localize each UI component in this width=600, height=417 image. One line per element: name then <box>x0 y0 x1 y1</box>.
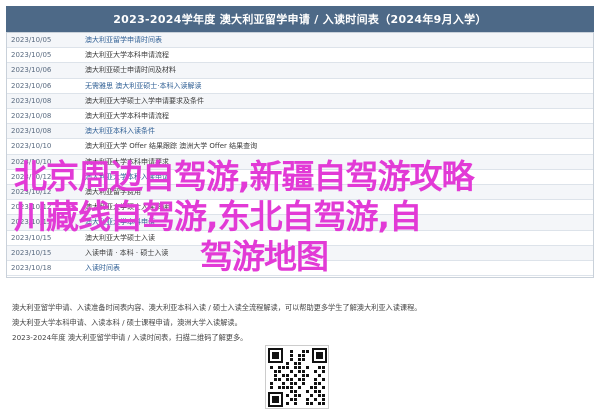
row-title[interactable]: 澳大利亚大学本科申请 <box>85 217 593 227</box>
row-date: 2023/10/06 <box>11 66 52 75</box>
body-paragraph-2: 澳大利亚大学本科申请、入读本科 / 硕士课程申请，澳洲大学入读解读。 <box>12 318 242 327</box>
row-date: 2023/10/08 <box>11 112 52 121</box>
table-row[interactable]: 2023/10/12 澳大利亚大学硕士入读解读 <box>7 200 593 216</box>
row-title[interactable]: 入读时间表 <box>85 263 593 273</box>
table-row[interactable]: 2023/10/08 澳大利亚大学本科申请流程 <box>7 109 593 125</box>
row-title[interactable]: 澳大利亚留学费用 <box>85 187 593 197</box>
schedule-table: 2023/10/05 澳大利亚留学申请时间表 2023/10/05 澳大利亚大学本科申… <box>6 32 594 278</box>
row-title[interactable]: 澳大利亚大学硕士入读解读 <box>85 202 593 212</box>
table-row[interactable]: 2023/10/15 入读申请 · 本科 · 硕士入读 <box>7 245 593 261</box>
table-row[interactable]: 2023/10/15 澳大利亚大学本科申请 <box>7 215 593 231</box>
row-title[interactable]: 澳大利亚大学本科入读申请 <box>85 172 593 182</box>
body-paragraph-1: 澳大利亚留学申请、入读准备时间表内容、澳大利亚本科入读 / 硕士入读全流程解读，… <box>12 303 422 312</box>
table-row[interactable]: 2023/10/08 澳大利亚本科入读条件 <box>7 124 593 140</box>
row-title[interactable]: 无需雅思 澳大利亚硕士·本科入读解读 <box>85 81 593 91</box>
row-date: 2023/10/15 <box>11 248 52 257</box>
row-date: 2023/10/08 <box>11 96 52 105</box>
table-row[interactable]: 2023/10/05 澳大利亚留学申请时间表 <box>7 33 593 49</box>
row-date: 2023/10/05 <box>11 36 52 45</box>
table-row[interactable]: 2023/10/18 入读时间表 <box>7 261 593 277</box>
page-header: 2023-2024学年度 澳大利亚留学申请 / 入读时间表（2024年9月入学） <box>6 6 594 32</box>
row-title[interactable]: 澳大利亚大学硕士入读 <box>85 233 593 243</box>
row-title[interactable]: 入读申请 · 本科 · 硕士入读 <box>85 248 593 258</box>
row-date: 2023/10/08 <box>11 127 52 136</box>
row-date: 2023/10/12 <box>11 203 52 212</box>
row-date: 2023/10/15 <box>11 233 52 242</box>
row-date: 2023/10/15 <box>11 218 52 227</box>
row-date: 2023/10/18 <box>11 264 52 273</box>
table-row[interactable]: 2023/10/15 澳大利亚大学硕士入读 <box>7 231 593 246</box>
table-row[interactable]: 2023/10/06 无需雅思 澳大利亚硕士·本科入读解读 <box>7 79 593 94</box>
row-date: 2023/10/06 <box>11 81 52 90</box>
qr-code-icon <box>265 345 329 409</box>
row-date: 2023/10/10 <box>11 157 52 166</box>
row-title[interactable]: 澳大利亚大学硕士入学申请要求及条件 <box>85 96 593 106</box>
row-title[interactable]: 澳大利亚本科入读条件 <box>85 126 593 136</box>
row-title[interactable]: 澳大利亚硕士申请时间及材料 <box>85 65 593 75</box>
row-date: 2023/10/05 <box>11 51 52 60</box>
row-title[interactable]: 澳大利亚大学本科申请要求 <box>85 157 593 167</box>
row-title[interactable]: 澳大利亚大学 Offer 结果跟踪 澳洲大学 Offer 结果查询 <box>85 141 593 151</box>
body-paragraph-3: 2023-2024年度 澳大利亚留学申请 / 入读时间表，扫描二维码了解更多。 <box>12 333 248 342</box>
table-row[interactable]: 2023/10/10 澳大利亚大学 Offer 结果跟踪 澳洲大学 Offer 结… <box>7 139 593 155</box>
table-row[interactable]: 2023/10/05 澳大利亚大学本科申请流程 <box>7 48 593 64</box>
table-row[interactable]: 2023/10/12 澳大利亚大学本科入读申请 <box>7 170 593 185</box>
table-row[interactable]: 2023/10/06 澳大利亚硕士申请时间及材料 <box>7 63 593 79</box>
table-row[interactable]: 2023/10/08 澳大利亚大学硕士入学申请要求及条件 <box>7 93 593 109</box>
table-row[interactable]: 2023/10/12 澳大利亚留学费用 <box>7 185 593 201</box>
table-row[interactable]: 2023/10/10 澳大利亚大学本科申请要求 <box>7 154 593 170</box>
row-title[interactable]: 澳大利亚大学本科申请流程 <box>85 50 593 60</box>
row-date: 2023/10/12 <box>11 188 52 197</box>
row-date: 2023/10/12 <box>11 172 52 181</box>
row-title[interactable]: 澳大利亚留学申请时间表 <box>85 35 593 45</box>
row-title[interactable]: 澳大利亚大学本科申请流程 <box>85 111 593 121</box>
row-date: 2023/10/10 <box>11 142 52 151</box>
